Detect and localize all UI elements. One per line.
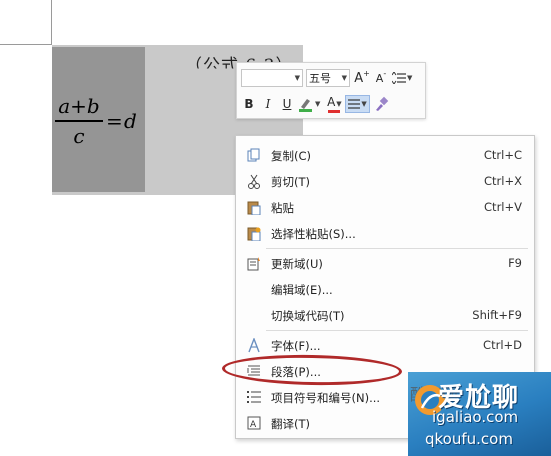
font-size-combo[interactable]: 五号 ▼ (306, 69, 350, 87)
shrink-font-icon: A (375, 71, 384, 85)
shrink-font-button[interactable]: A- (373, 69, 389, 87)
align-justify-icon (348, 99, 361, 109)
font-color-button[interactable]: A ▼ (326, 95, 342, 113)
translate-icon: A (246, 415, 262, 431)
paste-icon (246, 199, 262, 215)
watermark-url-secondary: qkoufu.com (425, 430, 513, 448)
menu-item-font[interactable]: 字体(F)... Ctrl+D (236, 332, 534, 358)
font-color-icon: A (327, 95, 336, 109)
menu-item-label: 切换域代码(T) (271, 309, 345, 323)
menu-item-shortcut: Ctrl+X (484, 174, 522, 188)
page-margin-vertical (51, 0, 52, 45)
menu-item-label: 字体(F)... (271, 339, 321, 353)
font-icon (246, 337, 262, 353)
format-painter-button[interactable] (373, 95, 389, 113)
menu-item-toggle-field-codes[interactable]: 切换域代码(T) Shift+F9 (236, 302, 534, 328)
italic-button[interactable]: I (260, 95, 276, 113)
menu-item-shortcut: Ctrl+C (483, 148, 522, 162)
page-margin-horizontal (0, 44, 52, 45)
grow-font-sup: + (363, 68, 370, 78)
menu-item-label: 翻译(T) (271, 417, 310, 431)
chevron-down-icon: ▼ (294, 74, 300, 82)
menu-item-label: 选择性粘贴(S)... (271, 227, 356, 241)
equation-rhs: d (124, 109, 137, 133)
mini-format-toolbar: ▼ 五号 ▼ A + A- ▼ B I U ▼ A ▼ ▼ (236, 62, 426, 119)
font-color-swatch (328, 110, 341, 113)
menu-item-label: 复制(C) (271, 149, 312, 163)
menu-item-shortcut: Shift+F9 (472, 308, 522, 322)
menu-item-label: 更新域(U) (271, 257, 323, 271)
highlighter-icon (299, 99, 312, 112)
font-size-value: 五号 (309, 72, 331, 85)
menu-item-edit-field[interactable]: 编辑域(E)... (236, 276, 534, 302)
menu-item-shortcut: Ctrl+D (483, 338, 522, 352)
menu-item-label: 编辑域(E)... (271, 283, 333, 297)
menu-item-copy[interactable]: 复制(C) Ctrl+C (236, 142, 534, 168)
denominator: c (73, 123, 85, 148)
underline-button[interactable]: U (279, 95, 295, 113)
shrink-font-sup: - (383, 68, 387, 78)
toolbar-row-2: B I U ▼ A ▼ ▼ (241, 94, 392, 114)
align-button[interactable]: ▼ (345, 95, 370, 113)
bullets-icon (246, 389, 262, 405)
equals-sign: = (106, 109, 123, 133)
line-spacing-icon (392, 72, 406, 84)
grow-font-icon: A (354, 70, 364, 86)
bold-button[interactable]: B (241, 95, 257, 113)
numerator: a+b (58, 94, 100, 118)
menu-item-paste-special[interactable]: 选择性粘贴(S)... (236, 220, 534, 246)
chevron-down-icon: ▼ (407, 74, 413, 82)
menu-item-update-field[interactable]: 更新域(U) F9 (236, 250, 534, 276)
fraction-bar (55, 120, 103, 122)
update-field-icon (246, 255, 262, 271)
toolbar-row-1: ▼ 五号 ▼ A + A- ▼ (241, 68, 415, 88)
copy-icon (246, 147, 262, 163)
svg-text:A: A (250, 420, 257, 430)
watermark-url: igaliao.com (432, 408, 519, 426)
chevron-down-icon: ▼ (341, 74, 347, 82)
menu-item-label: 剪切(T) (271, 175, 310, 189)
chevron-down-icon: ▼ (336, 100, 342, 108)
chevron-down-icon: ▼ (361, 100, 367, 108)
line-spacing-button[interactable]: ▼ (392, 69, 412, 87)
chevron-down-icon: ▼ (315, 100, 321, 108)
fraction: a+b c (54, 95, 104, 147)
menu-item-shortcut: Ctrl+V (484, 200, 522, 214)
grow-font-button[interactable]: A + (354, 69, 370, 87)
scissors-icon (246, 173, 262, 189)
font-name-combo[interactable]: ▼ (241, 69, 303, 87)
menu-separator (266, 330, 528, 331)
menu-item-label: 粘贴 (271, 201, 294, 215)
menu-item-cut[interactable]: 剪切(T) Ctrl+X (236, 168, 534, 194)
menu-separator (266, 248, 528, 249)
highlight-color-button[interactable]: ▼ (298, 95, 320, 113)
menu-item-paste[interactable]: 粘贴 Ctrl+V (236, 194, 534, 220)
menu-item-shortcut: F9 (508, 256, 522, 270)
menu-item-label: 项目符号和编号(N)... (271, 391, 381, 405)
format-painter-icon (375, 96, 389, 111)
paste-special-icon (246, 225, 262, 241)
